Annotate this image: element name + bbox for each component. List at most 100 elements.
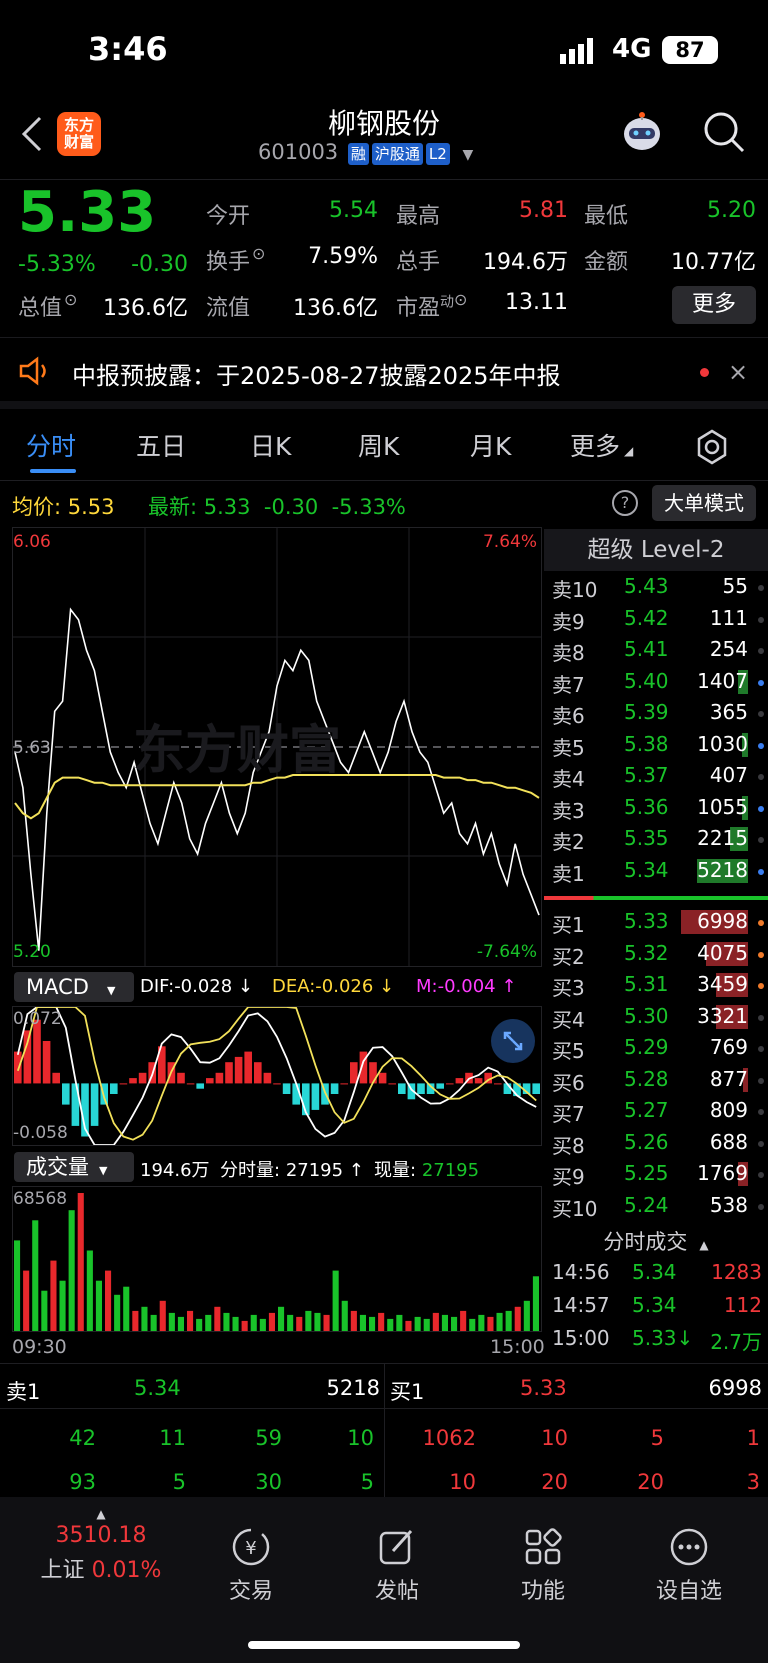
index-name: 上证 [40, 1558, 85, 1583]
mktcap-label[interactable]: 总值 ⊙ [18, 290, 77, 322]
bid-level-row[interactable]: 买3 5.31 3459 [552, 970, 768, 1001]
ask-level-price: 5.35 [624, 826, 669, 850]
macd-selector[interactable]: MACD ▼ [14, 972, 134, 1002]
tab-monthly-k[interactable]: 月K [470, 427, 511, 463]
volume-bar [205, 1314, 212, 1331]
ask-level-row[interactable]: 卖3 5.36 1055 [552, 793, 768, 824]
settings-gear-icon[interactable] [694, 429, 730, 465]
bid-level-row[interactable]: 买5 5.29 769 [552, 1033, 768, 1064]
volume-chart[interactable]: 68568 [12, 1186, 542, 1332]
nav-post[interactable]: 发帖 [342, 1527, 452, 1605]
ask-level-volume: 5218 [697, 857, 748, 882]
ask-level-label: 卖2 [552, 830, 585, 854]
pe-label[interactable]: 市盈动⊙ [396, 290, 467, 322]
tab-five-day[interactable]: 五日 [136, 427, 186, 463]
last-price: 5.33 [18, 180, 157, 245]
tick-volume: 2.7万 [710, 1330, 762, 1354]
macd-bar [129, 1078, 137, 1084]
high-label: 最高 [396, 204, 441, 229]
tick-row[interactable]: 14:57 5.34 112 [552, 1293, 762, 1323]
bid-level-row[interactable]: 买4 5.30 3321 [552, 1002, 768, 1033]
intraday-price-chart[interactable]: 东方财富 6.06 7.64% 5.63 5.20 -7.64% [12, 527, 542, 967]
caret-up-icon: ▲ [96, 1507, 106, 1521]
more-button[interactable]: 更多 [672, 286, 756, 324]
status-time: 3:46 [88, 30, 168, 68]
volume-bar [505, 1310, 512, 1331]
ask-level-row[interactable]: 卖10 5.43 55 [552, 572, 768, 603]
ask-level-row[interactable]: 卖6 5.39 365 [552, 698, 768, 729]
ask-level-volume: 365 [709, 700, 748, 724]
help-icon[interactable]: ? [612, 490, 638, 516]
big-order-mode-button[interactable]: 大单模式 [652, 485, 756, 521]
macd-dea: DEA:-0.026 ↓ [272, 976, 395, 997]
nav-watchlist[interactable]: 设自选 [634, 1527, 744, 1605]
sell-queue-order: 59 [255, 1426, 282, 1450]
tab-weekly-k[interactable]: 周K [358, 427, 399, 463]
ask-level-price: 5.36 [624, 794, 669, 819]
macd-bar [311, 1083, 320, 1110]
network-type: 4G [612, 34, 652, 64]
buy1-price: 5.33 [520, 1376, 567, 1400]
ask-level-row[interactable]: 卖4 5.37 407 [552, 761, 768, 792]
volume-selector[interactable]: 成交量 ▼ [14, 1152, 134, 1182]
amount-value: 10.77亿 [671, 250, 756, 275]
volume-bar [314, 1312, 321, 1331]
sell-queue-order: 10 [347, 1426, 374, 1450]
expand-icon[interactable] [491, 1019, 535, 1063]
close-icon[interactable]: × [728, 358, 748, 386]
bid-level-label: 买2 [552, 944, 585, 969]
tab-daily-k[interactable]: 日K [250, 427, 291, 463]
ticks-title[interactable]: 分时成交 ▲ [544, 1226, 768, 1256]
nav-trade[interactable]: ¥ 交易 [196, 1527, 306, 1605]
notice-bar[interactable]: 中报预披露：于2025-08-27披露2025年中报 × [0, 337, 768, 409]
bid-level-label: 买4 [552, 1007, 585, 1032]
order-dot-icon [758, 1109, 764, 1115]
bid-level-row[interactable]: 买10 5.24 538 [552, 1191, 768, 1222]
macd-chart[interactable]: 0.072 -0.058 [12, 1006, 542, 1146]
ask-level-row[interactable]: 卖2 5.35 2215 [552, 824, 768, 855]
bid-level-row[interactable]: 买7 5.27 809 [552, 1096, 768, 1127]
order-book-title[interactable]: 超级 Level-2 [544, 529, 768, 571]
more-dots-icon [669, 1527, 709, 1567]
ask-level-row[interactable]: 卖9 5.42 111 [552, 604, 768, 635]
margin-tag: 融 [347, 143, 369, 165]
float-label: 流值 [206, 296, 251, 321]
volume-bar [68, 1210, 75, 1331]
ask-level-row[interactable]: 卖8 5.41 254 [552, 635, 768, 666]
sell-queue-order: 11 [159, 1426, 186, 1450]
tab-intraday[interactable]: 分时 [26, 427, 76, 463]
turnover-label[interactable]: 换手 ⊙ [206, 244, 265, 276]
nav-trade-label: 交易 [228, 1579, 273, 1604]
stock-code-row[interactable]: 601003 融沪股通 L2 ▼ [258, 140, 473, 165]
macd-bar [398, 1083, 406, 1094]
turnover-value: 7.59% [308, 244, 378, 269]
volume-total: 194.6万 [140, 1160, 210, 1181]
nav-functions[interactable]: 功能 [488, 1527, 598, 1605]
bid-level-price: 5.33 [624, 909, 669, 933]
robot-assistant-icon[interactable] [618, 108, 666, 156]
volume-bar [296, 1316, 303, 1331]
tick-row[interactable]: 14:56 5.34 1283 [552, 1260, 762, 1290]
search-icon[interactable] [702, 110, 746, 154]
macd-bar [474, 1078, 483, 1084]
bid-level-row[interactable]: 买1 5.33 6998 [552, 907, 768, 938]
sell-queue-order: 5 [172, 1470, 186, 1494]
index-ticker[interactable]: ▲ 3510.18 上证 0.01% [26, 1507, 176, 1584]
tab-more[interactable]: 更多 ◢ [570, 427, 633, 463]
edit-icon [377, 1527, 417, 1567]
ask-level-row[interactable]: 卖1 5.34 5218 [552, 856, 768, 887]
volume-bar [451, 1316, 458, 1331]
ask-level-row[interactable]: 卖5 5.38 1030 [552, 730, 768, 761]
bid-level-row[interactable]: 买8 5.26 688 [552, 1128, 768, 1159]
order-dot-icon [758, 1172, 764, 1178]
info-icon: ⊙ [252, 244, 266, 263]
tick-row[interactable]: 15:00 5.33↓ 2.7万 [552, 1326, 762, 1356]
order-dot-icon [758, 1046, 764, 1052]
bid-level-row[interactable]: 买9 5.25 1769 [552, 1159, 768, 1190]
sell-queue-order: 93 [69, 1470, 96, 1494]
tick-price: 5.33↓ [632, 1326, 694, 1350]
ask-level-price: 5.40 [624, 668, 669, 693]
bid-level-row[interactable]: 买6 5.28 877 [552, 1065, 768, 1096]
ask-level-row[interactable]: 卖7 5.40 1407 [552, 667, 768, 698]
bid-level-row[interactable]: 买2 5.32 4075 [552, 939, 768, 970]
